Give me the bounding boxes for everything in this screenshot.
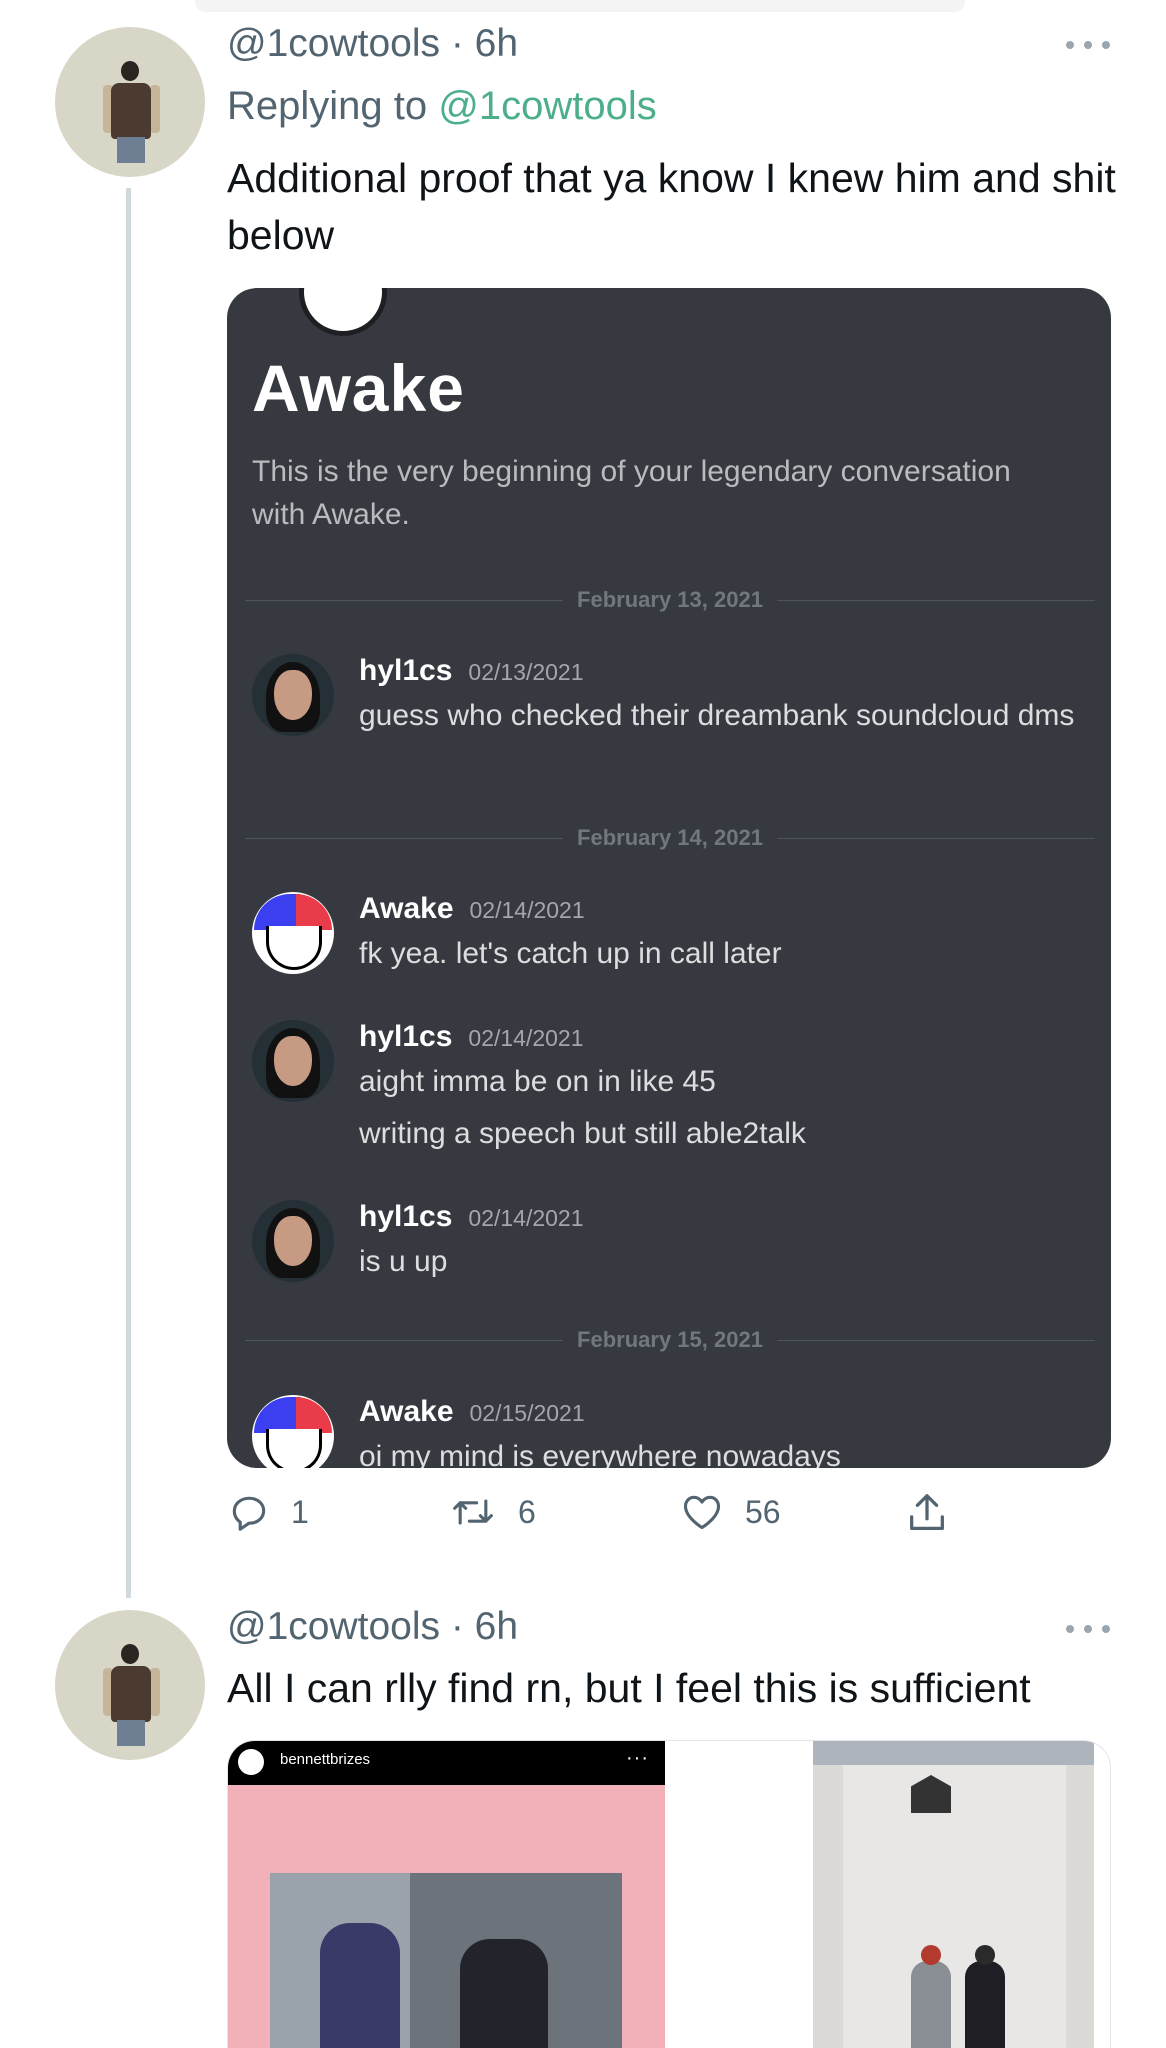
tweet-text: Additional proof that ya know I knew him… <box>227 155 1116 258</box>
message-text: aight imma be on in like 45 <box>359 1065 716 1098</box>
like-count: 56 <box>745 1493 781 1530</box>
previous-tweet-edge <box>195 0 965 12</box>
like-icon <box>683 1495 721 1530</box>
message-author: hyl1cs <box>359 1200 453 1233</box>
replying-handle-link[interactable]: @1cowtools <box>438 84 656 128</box>
message-author: hyl1cs <box>359 654 453 687</box>
tweet-text: All I can rlly find rn, but I feel this … <box>227 1665 1031 1711</box>
message-text: fk yea. let's catch up in call later <box>359 937 782 970</box>
date-divider: February 14, 2021 <box>245 819 1095 857</box>
tweet-handle-time[interactable]: @1cowtools · 6h <box>227 1605 518 1649</box>
retweet-count: 6 <box>518 1493 536 1530</box>
message-avatar <box>252 1395 334 1468</box>
like-button[interactable]: 56 <box>679 1490 781 1534</box>
media-photo-instagram[interactable]: bennettbrizes ··· <box>228 1741 665 2048</box>
instagram-username: bennettbrizes <box>280 1751 371 1768</box>
message-avatar <box>252 1200 334 1282</box>
message-text: writing a speech but still able2talk <box>359 1117 806 1150</box>
message-date: 02/15/2021 <box>469 1400 585 1426</box>
message-avatar <box>252 1020 334 1102</box>
instagram-avatar <box>238 1749 264 1775</box>
message-date: 02/14/2021 <box>469 897 585 923</box>
store-sign-logo <box>911 1775 951 1813</box>
message-text: guess who checked their dreambank soundc… <box>359 699 1075 732</box>
message-author: hyl1cs <box>359 1020 453 1053</box>
message-avatar <box>252 654 334 736</box>
date-divider: February 15, 2021 <box>245 1321 1095 1359</box>
more-icon[interactable] <box>1066 38 1110 52</box>
reply-button[interactable]: 1 <box>227 1490 309 1534</box>
message-text: oi my mind is everywhere nowadays <box>359 1440 841 1468</box>
share-button[interactable] <box>904 1490 950 1536</box>
instagram-more-icon: ··· <box>626 1747 649 1769</box>
message-author: Awake <box>359 892 454 925</box>
reply-count: 1 <box>291 1493 309 1530</box>
message-author: Awake <box>359 1395 454 1428</box>
message-avatar <box>252 892 334 974</box>
photo-two-people <box>270 1873 622 2048</box>
more-icon[interactable] <box>1066 1622 1110 1636</box>
retweet-icon <box>453 1499 493 1525</box>
message-date: 02/13/2021 <box>468 659 584 685</box>
retweet-button[interactable]: 6 <box>448 1490 536 1534</box>
tweet-media-screenshot[interactable]: Awake This is the very beginning of your… <box>227 288 1111 1468</box>
date-divider: February 13, 2021 <box>245 581 1095 619</box>
conversation-title: Awake <box>252 351 465 425</box>
thread-line <box>126 188 131 1598</box>
reply-icon <box>232 1496 266 1531</box>
message-text: is u up <box>359 1245 448 1278</box>
media-photo-storefront[interactable] <box>813 1741 1094 2048</box>
conversation-avatar <box>299 288 387 336</box>
conversation-intro: This is the very beginning of your legen… <box>252 455 1011 531</box>
replying-prefix: Replying to <box>227 84 439 128</box>
avatar[interactable] <box>55 27 205 177</box>
message-date: 02/14/2021 <box>468 1025 584 1051</box>
avatar[interactable] <box>55 1610 205 1760</box>
share-icon <box>910 1494 944 1530</box>
tweet-actions: 1 6 56 <box>227 1490 1111 1546</box>
tweet-media-grid[interactable]: bennettbrizes ··· <box>227 1740 1111 2048</box>
replying-to: Replying to @1cowtools <box>227 84 657 129</box>
message-date: 02/14/2021 <box>468 1205 584 1231</box>
tweet-handle-time[interactable]: @1cowtools · 6h <box>227 22 518 66</box>
